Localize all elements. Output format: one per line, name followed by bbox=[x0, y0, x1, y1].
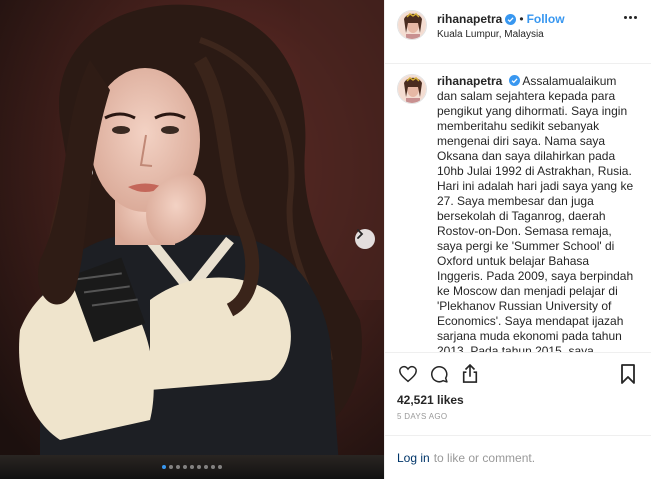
separator: • bbox=[519, 12, 524, 26]
bookmark-icon[interactable] bbox=[617, 363, 639, 385]
login-bar: Log in to like or comment. bbox=[385, 435, 651, 479]
actions-area: 42,521 likes 5 DAYS AGO bbox=[385, 352, 651, 435]
more-options-icon[interactable] bbox=[624, 16, 637, 19]
caption-block: rihanapetra Assalamualaikum dan salam se… bbox=[437, 74, 637, 352]
username-link[interactable]: rihanapetra bbox=[437, 12, 502, 26]
caption-username[interactable]: rihanapetra bbox=[437, 74, 502, 88]
chevron-right-icon bbox=[357, 229, 364, 239]
post-header: rihanapetra • Follow Kuala Lumpur, Malay… bbox=[385, 0, 651, 64]
post-timestamp[interactable]: 5 DAYS AGO bbox=[397, 412, 639, 421]
post-photo[interactable] bbox=[0, 0, 384, 479]
post-side-panel: rihanapetra • Follow Kuala Lumpur, Malay… bbox=[384, 0, 651, 479]
location-link[interactable]: Kuala Lumpur, Malaysia bbox=[437, 29, 565, 40]
carousel-dot bbox=[183, 465, 187, 469]
carousel-dot bbox=[197, 465, 201, 469]
caption-avatar[interactable] bbox=[397, 74, 427, 104]
carousel-dot bbox=[211, 465, 215, 469]
avatar[interactable] bbox=[397, 10, 427, 40]
instagram-post: rihanapetra • Follow Kuala Lumpur, Malay… bbox=[0, 0, 651, 479]
comment-icon[interactable] bbox=[428, 363, 450, 385]
share-icon[interactable] bbox=[459, 363, 481, 385]
carousel-dot bbox=[218, 465, 222, 469]
verified-badge-icon bbox=[508, 75, 520, 86]
login-prompt-text: to like or comment. bbox=[433, 450, 536, 465]
portrait-photo bbox=[0, 0, 384, 479]
carousel-dot bbox=[190, 465, 194, 469]
carousel-dots bbox=[0, 465, 384, 469]
carousel-dot bbox=[204, 465, 208, 469]
avatar-image bbox=[398, 11, 426, 39]
carousel-dot bbox=[176, 465, 180, 469]
likes-count[interactable]: 42,521 likes bbox=[397, 393, 639, 407]
follow-button[interactable]: Follow bbox=[527, 12, 565, 26]
action-icons bbox=[397, 359, 639, 389]
login-link[interactable]: Log in bbox=[397, 451, 430, 465]
heart-icon[interactable] bbox=[397, 363, 419, 385]
carousel-dot bbox=[162, 465, 166, 469]
avatar-image bbox=[398, 75, 426, 103]
caption-text: Assalamualaikum dan salam sejahtera kepa… bbox=[437, 74, 634, 352]
carousel-dot bbox=[169, 465, 173, 469]
verified-badge-icon bbox=[505, 13, 517, 25]
comments-area: rihanapetra Assalamualaikum dan salam se… bbox=[385, 64, 651, 352]
carousel-next-button[interactable] bbox=[355, 229, 375, 249]
